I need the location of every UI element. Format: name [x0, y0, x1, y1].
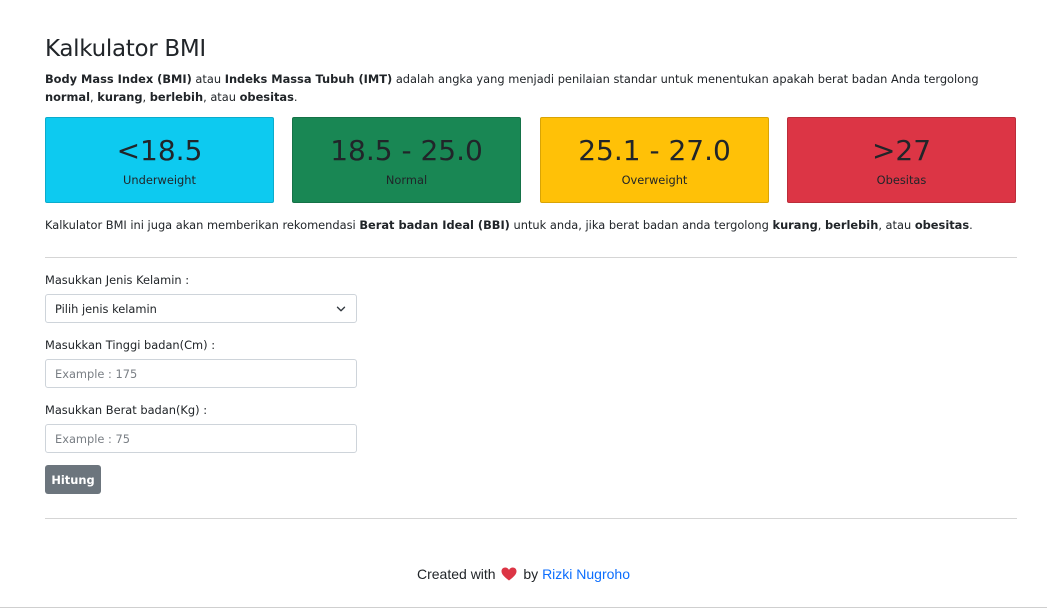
author-link[interactable]: Rizki Nugroho: [542, 566, 630, 582]
intro-bmi-term: Body Mass Index (BMI): [45, 72, 192, 86]
rec-text-part: Kalkulator BMI ini juga akan memberikan …: [45, 218, 360, 232]
card-normal: 18.5 - 25.0 Normal: [292, 117, 521, 203]
height-label: Masukkan Tinggi badan(Cm) :: [45, 338, 216, 352]
weight-input[interactable]: Example : 75: [45, 424, 357, 453]
rec-berlebih-term: berlebih: [825, 218, 879, 232]
divider-top: [45, 257, 1017, 258]
footer-prefix: Created with: [417, 566, 496, 582]
intro-obesitas-term: obesitas: [239, 90, 294, 104]
rec-text-part: ,: [817, 218, 826, 232]
rec-kurang-term: kurang: [772, 218, 818, 232]
recommendation-text: Kalkulator BMI ini juga akan memberikan …: [45, 216, 1017, 234]
rec-obesitas-term: obesitas: [914, 218, 970, 232]
rec-text-part: untuk anda, jika berat badan anda tergol…: [509, 218, 773, 232]
intro-text: Body Mass Index (BMI) atau Indeks Massa …: [45, 70, 1017, 106]
intro-berlebih-term: berlebih: [149, 90, 204, 104]
card-range: 25.1 - 27.0: [578, 134, 731, 167]
card-range: 18.5 - 25.0: [330, 134, 483, 167]
card-obesitas: >27 Obesitas: [787, 117, 1016, 203]
gender-select[interactable]: Pilih jenis kelamin: [45, 294, 357, 323]
intro-imt-term: Indeks Massa Tubuh (IMT): [224, 72, 393, 86]
heart-icon: [501, 567, 517, 581]
hitung-button[interactable]: Hitung: [45, 465, 101, 494]
intro-text-part: , atau: [203, 90, 240, 104]
bmi-category-cards: <18.5 Underweight 18.5 - 25.0 Normal 25.…: [45, 117, 1017, 203]
intro-text-part: atau: [191, 72, 225, 86]
divider-bottom: [45, 518, 1017, 519]
weight-label: Masukkan Berat badan(Kg) :: [45, 403, 208, 417]
footer-by: by: [523, 566, 539, 582]
card-range: >27: [871, 134, 932, 167]
intro-normal-term: normal: [45, 90, 91, 104]
card-range: <18.5: [116, 134, 203, 167]
height-placeholder: Example : 175: [55, 366, 138, 381]
gender-select-value: Pilih jenis kelamin: [55, 301, 157, 316]
rec-text-part: .: [969, 218, 973, 232]
bottom-border: [0, 607, 1047, 608]
footer: Created with by Rizki Nugroho: [0, 566, 1047, 582]
card-category: Obesitas: [876, 173, 927, 187]
card-category: Normal: [385, 173, 428, 187]
gender-label: Masukkan Jenis Kelamin :: [45, 273, 190, 287]
weight-placeholder: Example : 75: [55, 431, 130, 446]
card-overweight: 25.1 - 27.0 Overweight: [540, 117, 769, 203]
rec-bbi-term: Berat badan Ideal (BBI): [359, 218, 510, 232]
intro-text-part: .: [293, 90, 298, 104]
intro-kurang-term: kurang: [97, 90, 143, 104]
intro-text-part: adalah angka yang menjadi penilaian stan…: [392, 72, 979, 86]
page-title: Kalkulator BMI: [45, 36, 206, 62]
card-category: Overweight: [621, 173, 688, 187]
intro-text-part: ,: [142, 90, 150, 104]
card-category: Underweight: [123, 173, 196, 187]
rec-text-part: , atau: [878, 218, 915, 232]
chevron-down-icon: [336, 306, 346, 312]
card-underweight: <18.5 Underweight: [45, 117, 274, 203]
height-input[interactable]: Example : 175: [45, 359, 357, 388]
